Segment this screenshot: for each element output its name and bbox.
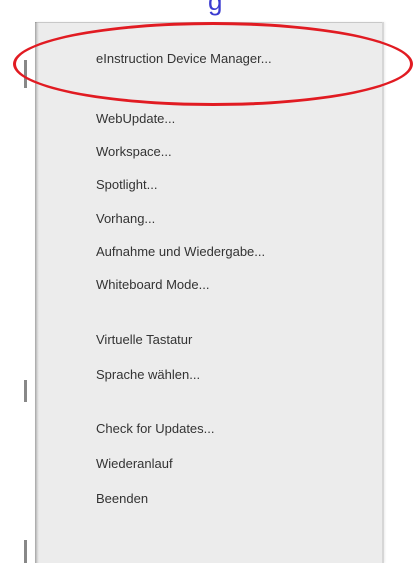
menu-item-wiederanlauf[interactable]: Wiederanlauf: [96, 456, 173, 471]
menu-item-check-updates[interactable]: Check for Updates...: [96, 421, 215, 436]
context-menu: eInstruction Device Manager... WebUpdate…: [35, 22, 384, 563]
window-edge-mark: [24, 380, 27, 402]
screenshot-stage: g eInstruction Device Manager... WebUpda…: [0, 0, 417, 563]
menu-item-aufnahme-wiedergabe[interactable]: Aufnahme und Wiedergabe...: [96, 244, 265, 259]
menu-item-spotlight[interactable]: Spotlight...: [96, 177, 157, 192]
menu-top-border: [35, 22, 382, 23]
cropped-title-fragment: g: [208, 0, 224, 16]
menu-item-sprache-waehlen[interactable]: Sprache wählen...: [96, 367, 200, 382]
menu-item-vorhang[interactable]: Vorhang...: [96, 211, 155, 226]
menu-item-whiteboard-mode[interactable]: Whiteboard Mode...: [96, 277, 209, 292]
menu-item-beenden[interactable]: Beenden: [96, 491, 148, 506]
window-edge-mark: [24, 540, 27, 563]
menu-item-webupdate[interactable]: WebUpdate...: [96, 111, 175, 126]
window-edge-mark: [24, 60, 27, 88]
menu-item-device-manager[interactable]: eInstruction Device Manager...: [96, 51, 272, 66]
menu-left-edge: [35, 22, 39, 563]
menu-item-virtuelle-tastatur[interactable]: Virtuelle Tastatur: [96, 332, 192, 347]
menu-item-workspace[interactable]: Workspace...: [96, 144, 172, 159]
